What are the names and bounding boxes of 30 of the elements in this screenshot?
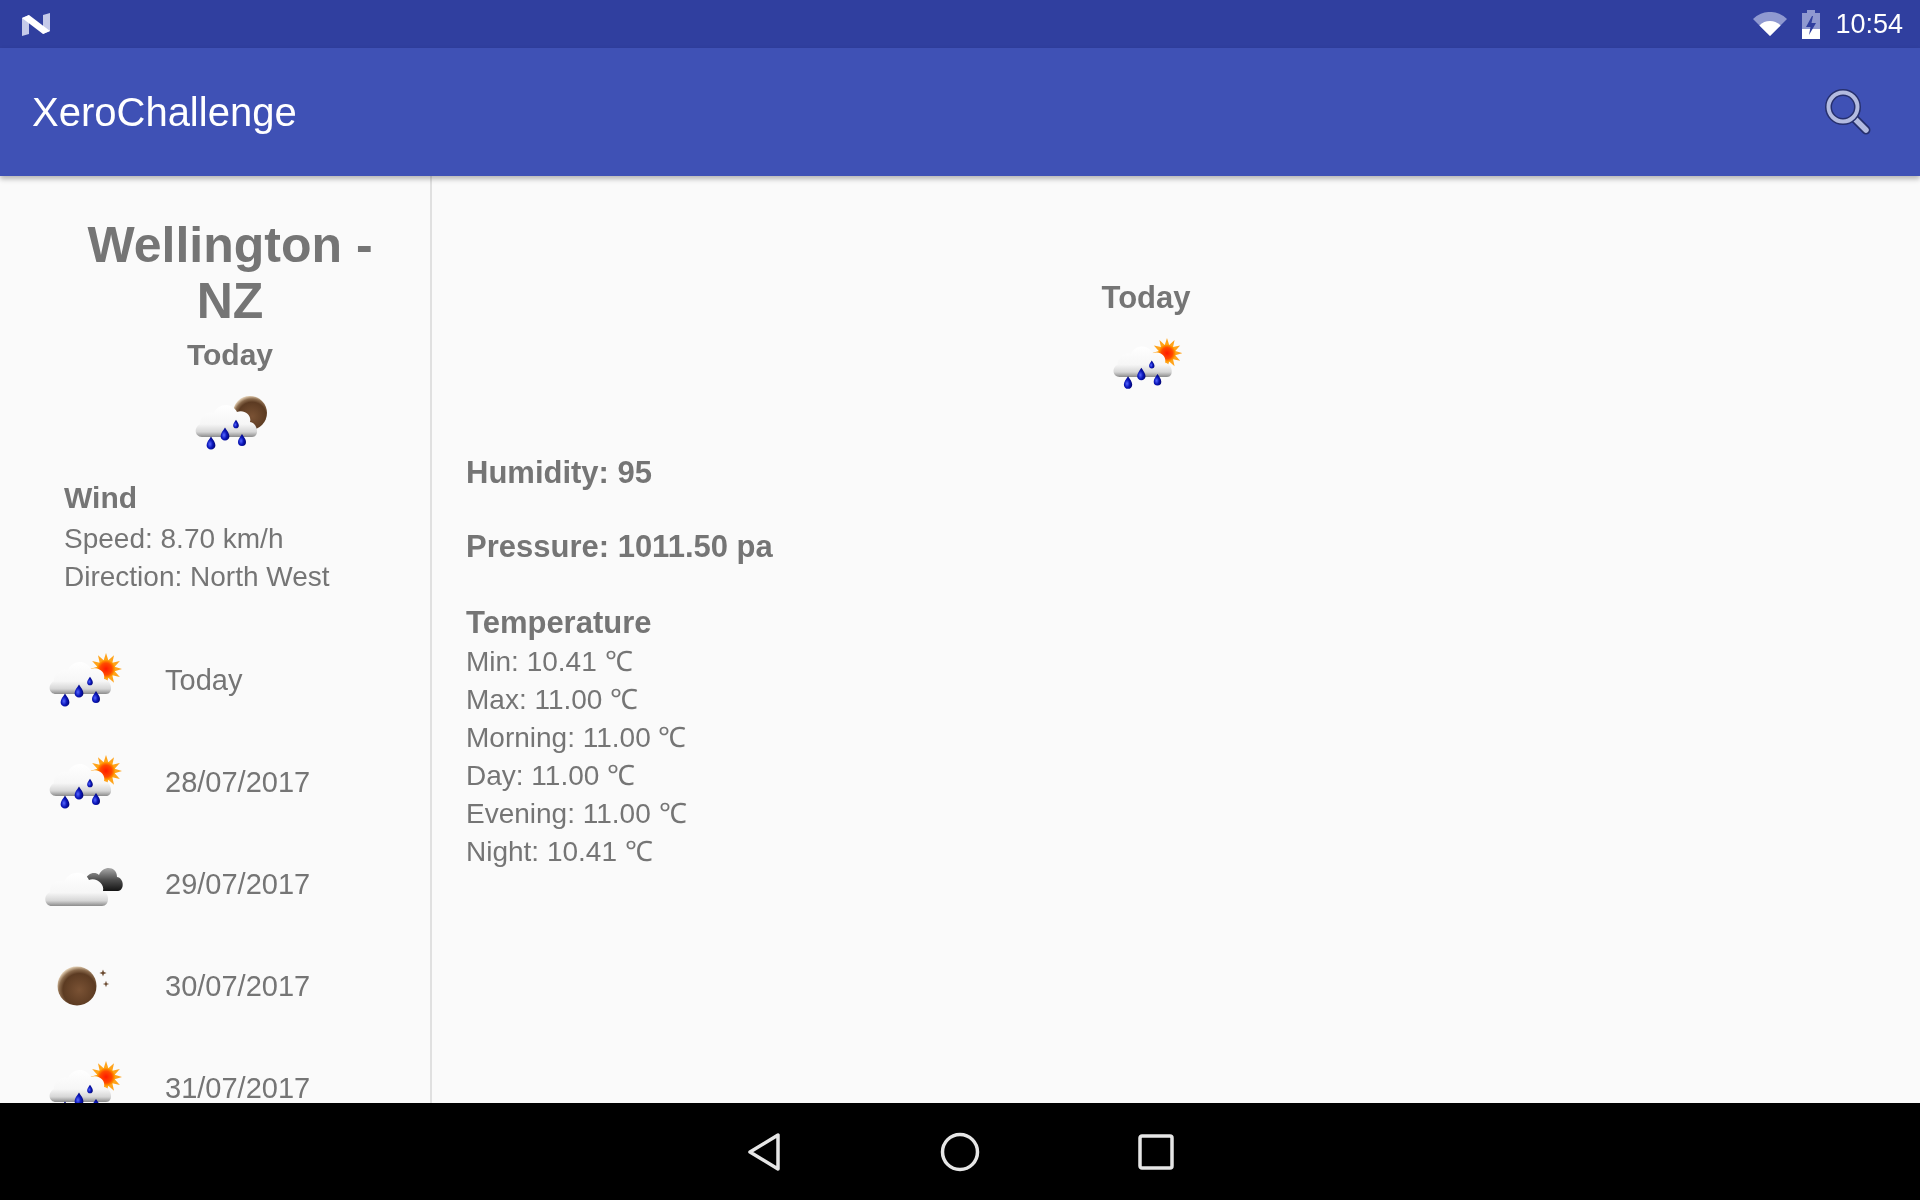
forecast-item[interactable]: 30/07/2017 [0, 935, 430, 1037]
wind-heading: Wind [64, 480, 138, 516]
forecast-item[interactable]: Today [0, 629, 430, 731]
battery-charging-icon [1802, 9, 1821, 39]
day-title: Today [1101, 279, 1191, 317]
city-title: Wellington - NZ [86, 217, 374, 329]
temperature-reading: Min: 10.41 ℃ [466, 645, 633, 680]
forecast-item[interactable]: 29/07/2017 [0, 833, 430, 935]
temperature-heading: Temperature [466, 604, 652, 643]
clock-time: 10:54 [1835, 8, 1903, 40]
temperature-reading: Night: 10.41 ℃ [466, 835, 653, 870]
temperature-reading: Evening: 11.00 ℃ [466, 797, 687, 832]
back-icon[interactable] [747, 1131, 781, 1172]
temperature-reading: Max: 11.00 ℃ [466, 683, 639, 718]
forecast-item[interactable]: 28/07/2017 [0, 731, 430, 833]
home-icon[interactable] [940, 1131, 980, 1172]
temperature-reading: Day: 11.00 ℃ [466, 759, 636, 794]
moon-stars-icon [57, 966, 111, 1006]
wifi-icon [1753, 12, 1788, 36]
recents-icon[interactable] [1138, 1133, 1174, 1170]
day-title: Today [186, 337, 274, 373]
app-title: XeroChallenge [32, 89, 297, 136]
humidity-text: Humidity: 95 [466, 454, 653, 493]
search-icon [1824, 88, 1872, 136]
temperature-reading: Morning: 11.00 ℃ [466, 721, 687, 756]
search-button[interactable] [1824, 88, 1872, 136]
wind-speed: Speed: 8.70 km/h [64, 522, 284, 556]
logo-icon [22, 12, 50, 36]
wind-direction: Direction: North West [64, 560, 330, 594]
pressure-text: Pressure: 1011.50 pa [466, 528, 773, 567]
